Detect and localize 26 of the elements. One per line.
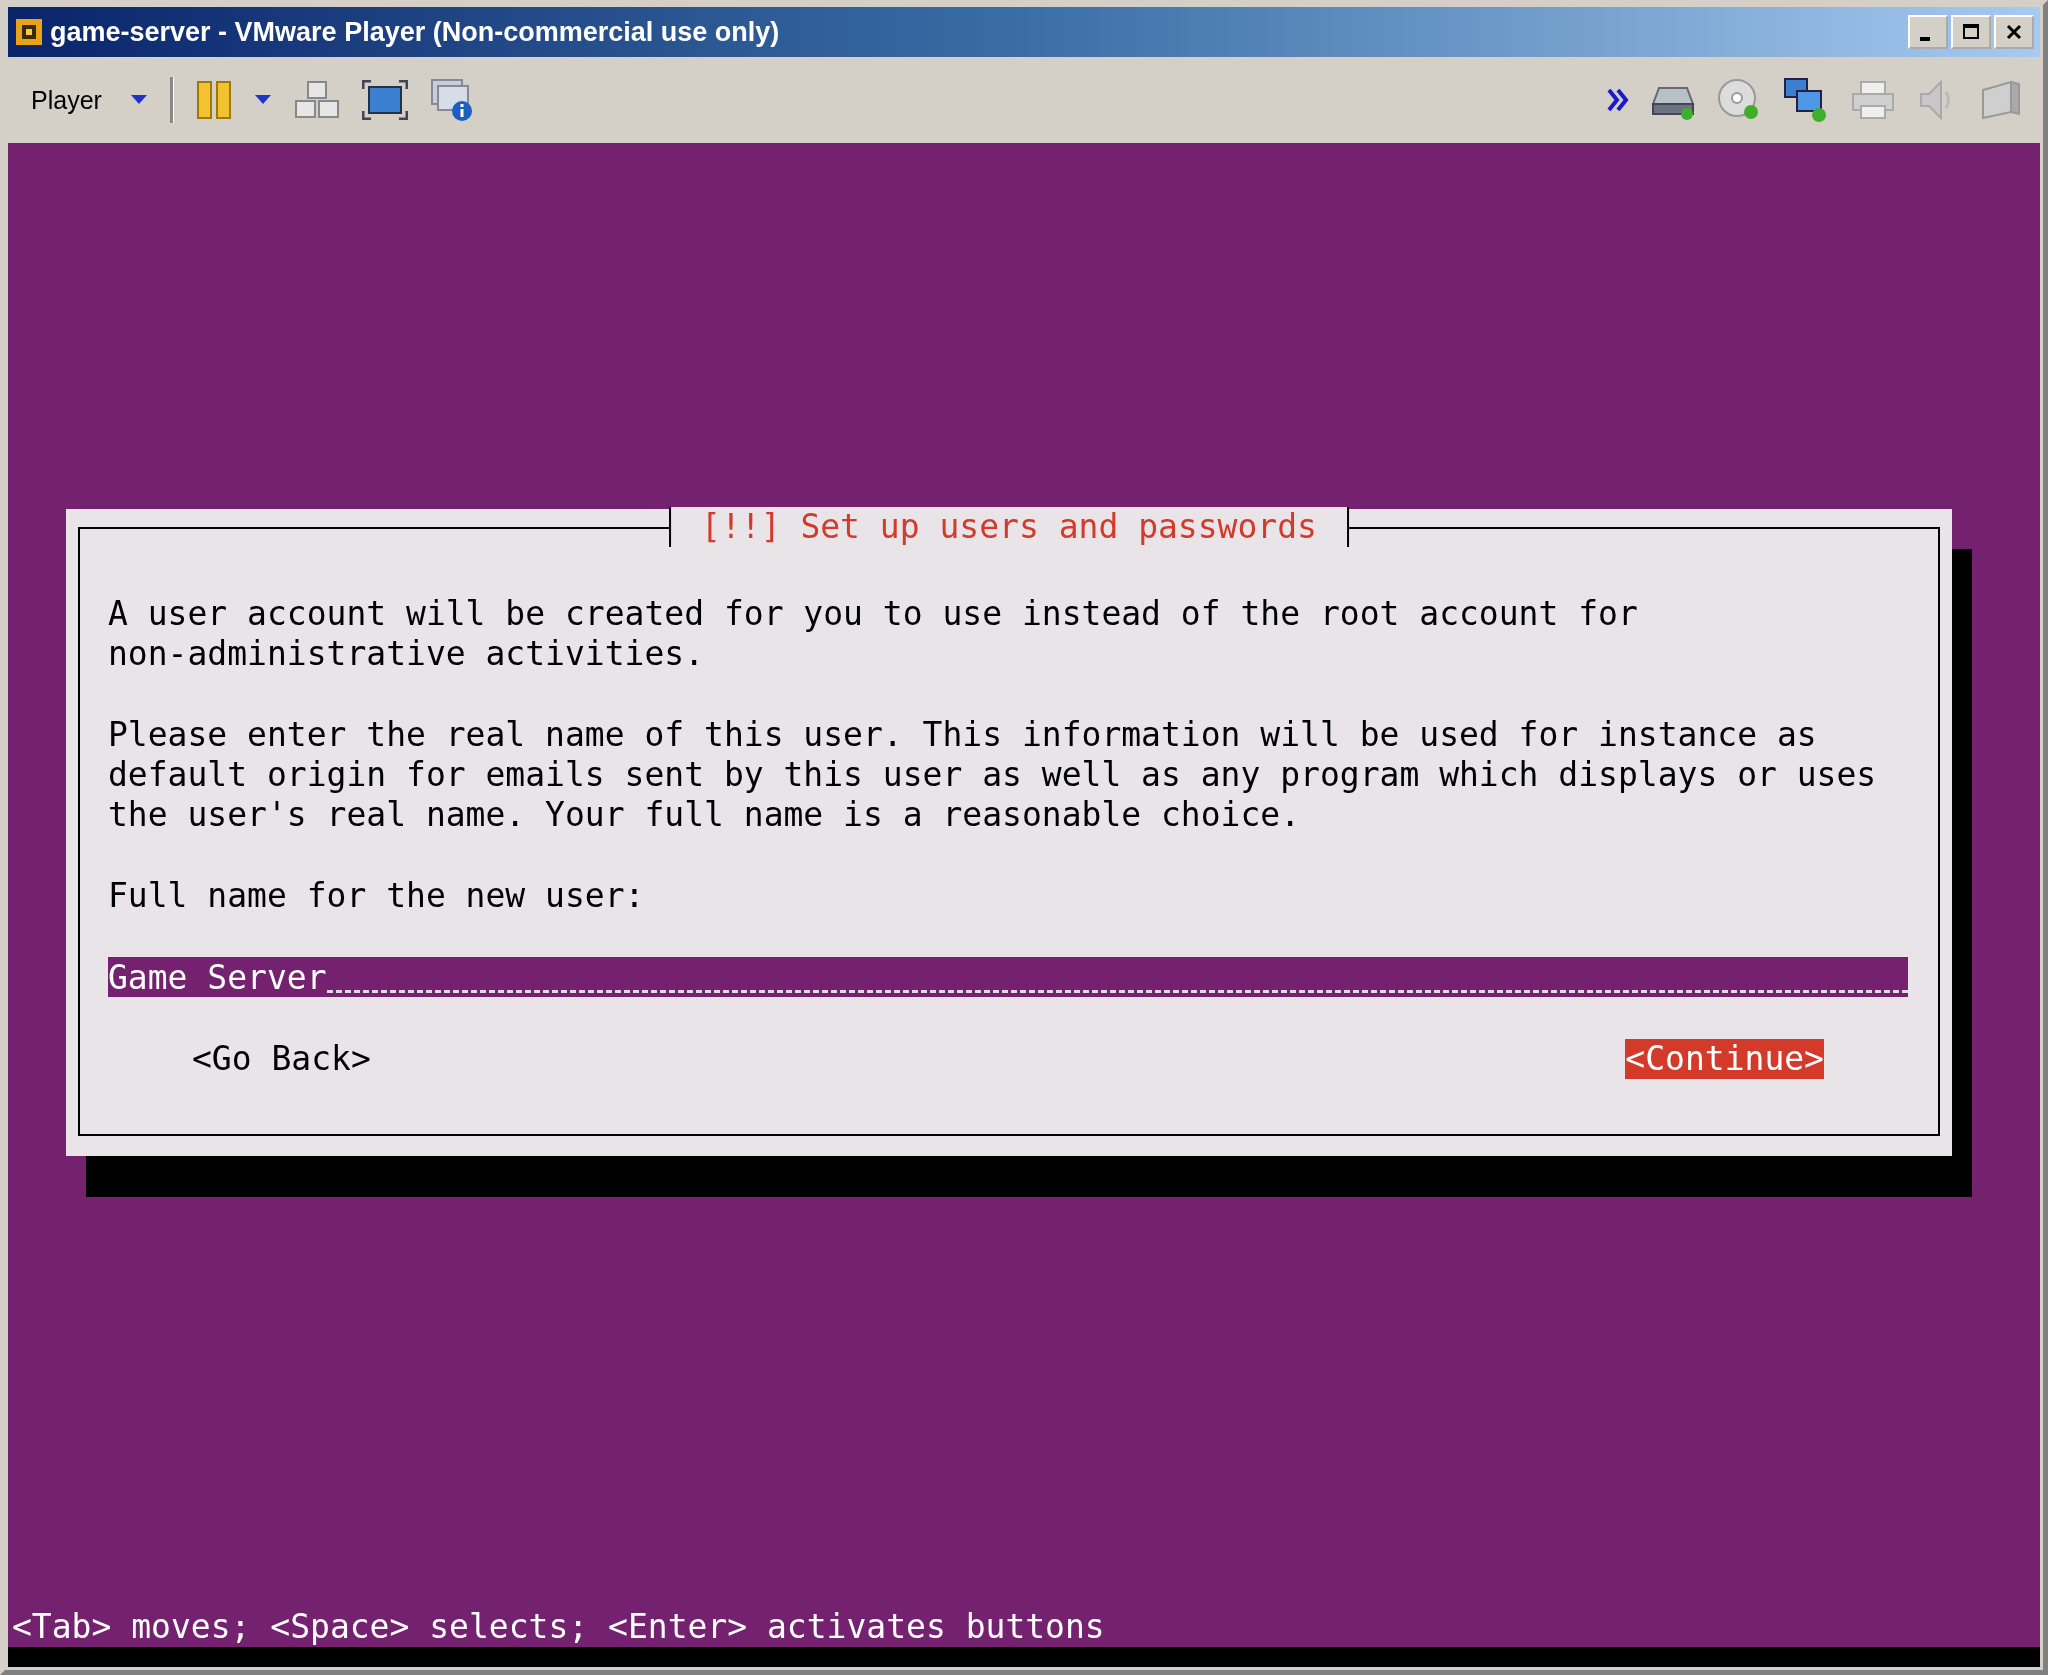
player-menu[interactable]: Player [25, 81, 108, 119]
close-icon [2004, 22, 2024, 42]
pause-icon[interactable] [195, 80, 232, 120]
minimize-icon [1920, 37, 1930, 41]
dialog-title: [!!] Set up users and passwords [669, 507, 1349, 547]
cd-disc-icon[interactable] [1717, 78, 1761, 122]
keyboard-keys-icon[interactable] [293, 80, 340, 120]
fullscreen-icon[interactable] [361, 80, 408, 120]
close-button[interactable] [1994, 15, 2034, 49]
minimize-button[interactable] [1908, 15, 1948, 49]
go-back-button[interactable]: <Go Back> [192, 1039, 371, 1079]
windows-info-icon[interactable] [429, 78, 474, 122]
continue-button[interactable]: <Continue> [1625, 1039, 1824, 1079]
app-logo-icon [14, 17, 44, 47]
dialog-paragraph: Please enter the real name of this user. This information will be used for instance as default origin for emails sent by this user as well as any program which displays or uses the user's real name. Your full name is a reasonable choice. [108, 715, 1878, 835]
full-name-field[interactable]: Game Server [108, 957, 1908, 997]
status-line: <Tab> moves; <Space> selects; <Enter> activates buttons [11, 1607, 1106, 1647]
network-computers-icon[interactable] [1783, 77, 1829, 123]
dropdown-caret-icon[interactable] [253, 94, 272, 106]
maximize-button[interactable] [1951, 15, 1991, 49]
window-title: game-server - VMware Player (Non-commercial use only) [50, 16, 780, 48]
field-label: Full name for the new user: [108, 876, 646, 916]
maximize-icon [1961, 22, 1981, 42]
double-chevron-icon[interactable] [1607, 87, 1629, 113]
dialog-paragraph: A user account will be created for you to use instead of the root account for non-administrative activities. [108, 594, 1639, 674]
dropdown-caret-icon[interactable] [129, 94, 148, 106]
